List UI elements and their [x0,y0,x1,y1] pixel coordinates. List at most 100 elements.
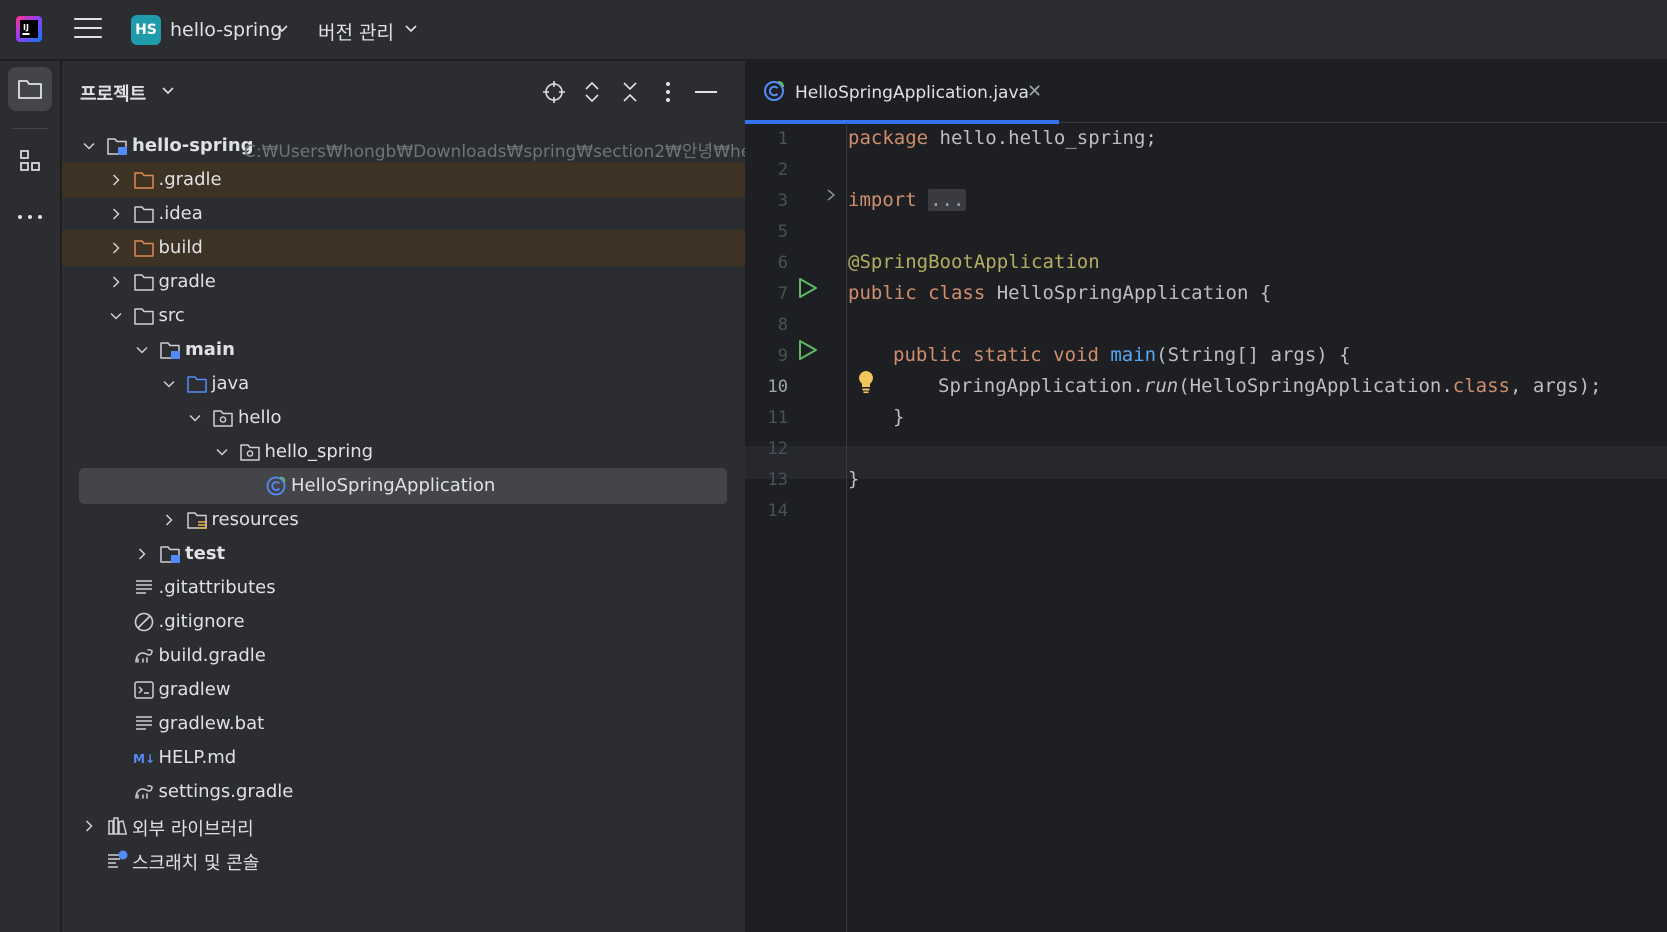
options-icon[interactable] [654,78,682,106]
folder-icon [133,308,154,325]
tree-item-label: gradlew [158,679,231,700]
tree-item[interactable]: hello_spring [62,434,745,470]
more-tools-button[interactable] [8,195,52,239]
tree-item-label: .gradle [158,169,222,190]
project-path: C:₩Users₩hongb₩Downloads₩spring₩section2… [244,142,745,162]
tree-item[interactable]: resources [62,502,745,538]
code-line: package hello.hello_spring; [848,127,1157,149]
tree-item[interactable]: .gitattributes [62,570,745,606]
tree-item[interactable]: 외부 라이브러리 [62,808,745,844]
line-number: 6 [777,253,788,273]
run-icon[interactable] [798,339,818,361]
chevron-right-icon[interactable] [162,513,176,527]
folder-icon [133,206,154,223]
chevron-down-icon[interactable] [215,445,229,459]
ignore-file-icon [134,612,153,632]
chevron-down-icon[interactable] [188,411,202,425]
editor-tab[interactable]: HelloSpringApplication.java ✕ [745,61,1059,124]
tree-item[interactable]: hello [62,400,745,436]
structure-tool-button[interactable] [8,139,52,183]
line-number: 14 [767,501,788,521]
chevron-down-icon[interactable] [403,20,419,36]
minimize-icon[interactable] [692,78,720,106]
panel-title[interactable]: 프로젝트 [80,80,146,106]
chevron-down-icon[interactable] [82,139,96,153]
gutter-divider [846,123,847,932]
gradle-icon [134,785,153,799]
tree-item[interactable]: .gradle [62,162,745,198]
chevron-down-icon[interactable] [160,82,176,98]
code-line: public class HelloSpringApplication { [848,282,1272,304]
scratch-icon [108,850,128,868]
tree-item[interactable]: gradlew.bat [62,706,745,742]
vcs-menu[interactable]: 버전 관리 [318,18,394,45]
package-icon [213,410,233,427]
tree-item[interactable]: .gitignore [62,604,745,640]
chevron-down-icon[interactable] [109,309,123,323]
tree-item[interactable]: HelloSpringApplication [79,468,727,504]
line-number: 7 [777,284,788,304]
chevron-right-icon[interactable] [109,275,123,289]
project-name[interactable]: hello-spring [170,19,282,41]
tree-item-label: src [158,305,185,326]
tree-item-label: java [211,373,250,394]
tree-item[interactable]: build [62,230,745,266]
gradle-icon [134,649,153,663]
current-line-highlight [745,446,1667,479]
code-line: @SpringBootApplication [848,251,1100,273]
tree-item[interactable]: src [62,298,745,334]
tree-item-label: HelloSpringApplication [291,475,496,496]
tree-item[interactable]: hello-spring C:₩Users₩hongb₩Downloads₩spr… [62,128,745,164]
chevron-down-icon[interactable] [274,20,290,36]
collapse-all-icon[interactable] [616,78,644,106]
tree-item-label: build.gradle [158,645,266,666]
chevron-right-icon[interactable] [109,207,123,221]
project-panel: 프로젝트 hello-spring C:₩Users₩hongb₩Download… [62,61,745,932]
fold-expand-icon[interactable] [825,188,837,202]
tree-item[interactable]: gradlew [62,672,745,708]
tree-item[interactable]: test [62,536,745,572]
tree-item-label: gradle [158,271,216,292]
project-badge[interactable]: HS [131,15,161,45]
run-icon[interactable] [798,277,818,299]
chevron-down-icon[interactable] [162,377,176,391]
folded-imports[interactable]: ... [928,189,967,211]
chevron-right-icon[interactable] [109,241,123,255]
tree-item[interactable]: M↓ HELP.md [62,740,745,776]
tree-item[interactable]: .idea [62,196,745,232]
tree-item-label: hello-spring [132,135,254,156]
lightbulb-icon[interactable] [857,370,875,394]
line-number-gutter: 1 2 3 5 6 7 8 9 10 11 12 13 14 [745,123,847,932]
project-tool-button[interactable] [8,67,52,111]
tree-item[interactable]: main [62,332,745,368]
more-icon [18,215,42,219]
tree-item-label: .idea [158,203,203,224]
tree-item-label: .gitignore [158,611,245,632]
chevron-right-icon[interactable] [135,547,149,561]
code-line: import ... [848,189,967,211]
expand-all-icon[interactable] [578,78,606,106]
svg-text:M↓: M↓ [133,752,155,766]
code-line: } [893,406,905,428]
tree-item-label: 외부 라이브러리 [132,819,254,840]
tree-item[interactable]: build.gradle [62,638,745,674]
chevron-down-icon[interactable] [135,343,149,357]
line-number: 3 [777,191,788,211]
intellij-logo-icon[interactable]: IJ [16,16,42,42]
code-line: } [848,468,860,490]
tree-item[interactable]: gradle [62,264,745,300]
main-menu-icon[interactable] [74,18,102,42]
module-folder-icon [160,342,180,359]
locate-icon[interactable] [540,78,568,106]
structure-icon [20,150,40,171]
chevron-right-icon[interactable] [109,173,123,187]
tree-item[interactable]: java [62,366,745,402]
tree-item[interactable]: 스크래치 및 콘솔 [62,842,745,878]
close-icon[interactable]: ✕ [1027,81,1042,102]
tree-item[interactable]: settings.gradle [62,774,745,810]
editor: HelloSpringApplication.java ✕ 1 2 3 5 6 7 8 9 10… [745,61,1667,932]
module-folder-icon [160,546,180,563]
tab-label: HelloSpringApplication.java [795,83,1029,103]
chevron-right-icon[interactable] [82,819,96,833]
title-bar: IJ HS hello-spring 버전 관리 [0,0,1667,60]
